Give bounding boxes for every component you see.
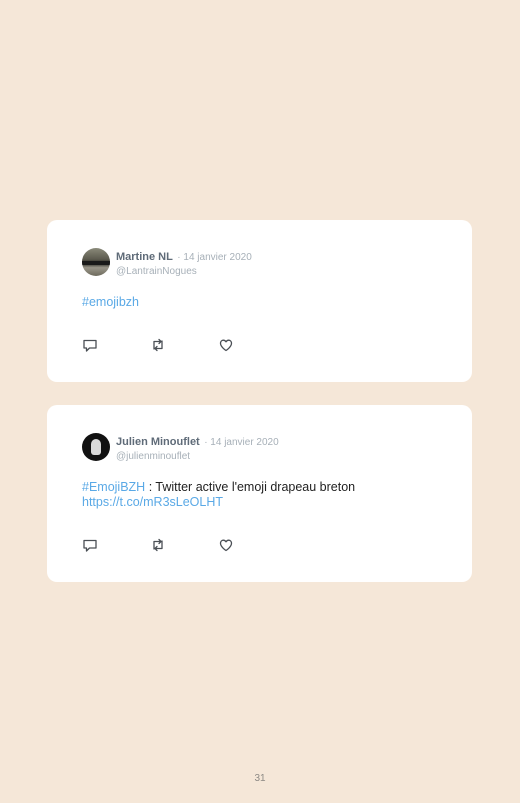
hashtag-link[interactable]: #EmojiBZH: [82, 480, 145, 494]
hashtag-link[interactable]: #emojibzh: [82, 295, 139, 309]
avatar-figure: [91, 439, 101, 455]
tweet-header: Martine NL · 14 janvier 2020 @LantrainNo…: [116, 249, 252, 278]
retweet-button[interactable]: [150, 537, 166, 553]
author-handle[interactable]: @julienminouflet: [116, 450, 279, 463]
like-button[interactable]: [218, 537, 234, 553]
tweet-header: Julien Minouflet · 14 janvier 2020 @juli…: [116, 434, 279, 463]
retweet-icon: [153, 538, 163, 552]
page-number: 31: [254, 773, 266, 784]
tweet-url-link[interactable]: https://t.co/mR3sLeOLHT: [82, 495, 223, 509]
tweet-text: #emojibzh: [82, 295, 139, 310]
like-button[interactable]: [218, 337, 234, 353]
tweet-body: : Twitter active l'emoji drapeau breton: [145, 480, 356, 494]
avatar-photo-band: [82, 261, 110, 265]
reply-button[interactable]: [82, 537, 98, 553]
tweet-actions: [82, 337, 242, 353]
tweet-actions: [82, 537, 242, 553]
retweet-icon: [153, 338, 163, 352]
heart-icon: [219, 339, 233, 352]
tweet-card: Martine NL · 14 janvier 2020 @LantrainNo…: [47, 220, 472, 382]
avatar[interactable]: [82, 248, 110, 276]
tweet-date[interactable]: · 14 janvier 2020: [177, 252, 252, 263]
reply-button[interactable]: [82, 337, 98, 353]
author-name[interactable]: Julien Minouflet: [116, 436, 200, 448]
reply-icon: [83, 339, 97, 352]
tweet-text: #EmojiBZH : Twitter active l'emoji drape…: [82, 480, 355, 510]
retweet-button[interactable]: [150, 337, 166, 353]
tweet-date[interactable]: · 14 janvier 2020: [204, 437, 279, 448]
author-name[interactable]: Martine NL: [116, 251, 173, 263]
heart-icon: [219, 539, 233, 552]
author-handle[interactable]: @LantrainNogues: [116, 265, 252, 278]
avatar[interactable]: [82, 433, 110, 461]
tweet-card: Julien Minouflet · 14 janvier 2020 @juli…: [47, 405, 472, 582]
reply-icon: [83, 539, 97, 552]
